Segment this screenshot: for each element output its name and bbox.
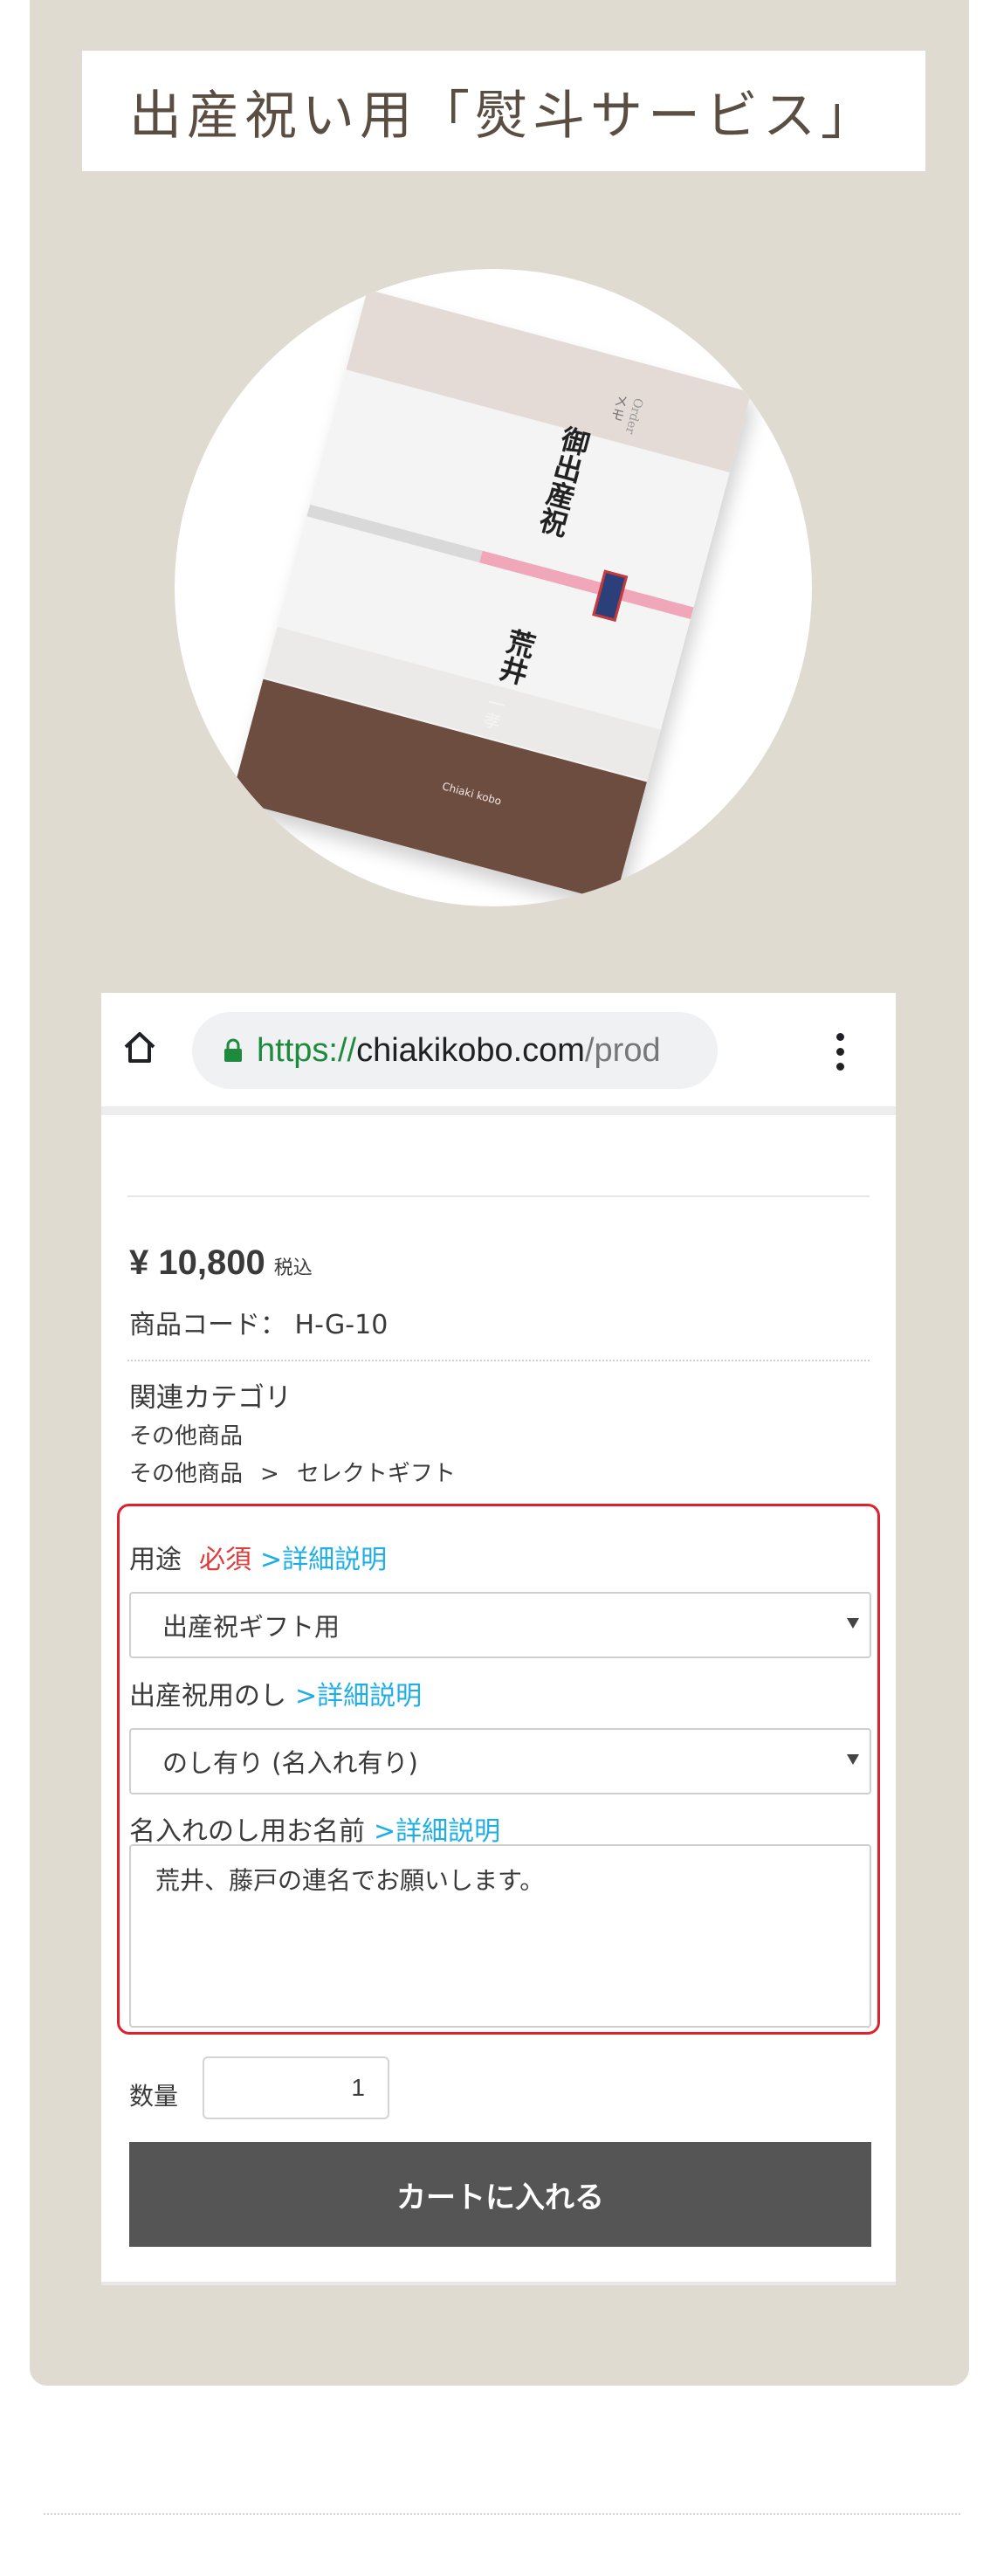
use-detail-link[interactable]: >詳細説明	[260, 1545, 387, 1575]
noshi-label-text: 出産祝用のし	[129, 1681, 286, 1712]
browser-bottom-divider	[101, 2282, 896, 2285]
chevron-down-icon	[847, 1754, 859, 1765]
quantity-label: 数量	[129, 2082, 179, 2111]
chevron-down-icon	[847, 1618, 859, 1629]
footer-divider	[44, 2513, 960, 2515]
category-breadcrumb: その他商品 > セレクトギフト	[129, 1456, 456, 1488]
use-field-label: 用途 必須 >詳細説明	[129, 1538, 387, 1576]
url-scheme: https://	[257, 1031, 357, 1069]
name-field-label: 名入れのし用お名前 >詳細説明	[129, 1809, 500, 1848]
category-parent-link[interactable]: その他商品	[129, 1461, 243, 1487]
card-main-text: 御出産祝	[532, 423, 594, 540]
mizuhiki-cord	[306, 504, 694, 620]
product-code: 商品コード： H-G-10	[129, 1303, 388, 1341]
use-select-value: 出産祝ギフト用	[162, 1612, 340, 1642]
name-detail-link[interactable]: >詳細説明	[374, 1816, 500, 1847]
url-field[interactable]: https://chiakikobo.com/prod	[192, 1012, 718, 1089]
card-top-band	[346, 289, 752, 472]
more-vert-icon[interactable]	[835, 1033, 845, 1071]
name-textarea[interactable]: 荒井、藤戸の連名でお願いします。	[129, 1844, 871, 2028]
browser-mockup: https://chiakikobo.com/prod ¥ 10,800 税込 商…	[101, 993, 896, 2285]
category-title: 関連カテゴリ	[129, 1382, 292, 1414]
category-link-other[interactable]: その他商品	[129, 1418, 243, 1450]
noshi-field-label: 出産祝用のし >詳細説明	[129, 1674, 422, 1712]
url-host: chiakikobo.com	[356, 1031, 585, 1069]
url-path: /prod	[584, 1031, 661, 1069]
noshi-detail-link[interactable]: >詳細説明	[295, 1681, 422, 1712]
divider-top	[127, 1195, 870, 1197]
noshi-card: メモ Order 御出産祝 荒井 一孝 Chiaki kobo	[230, 289, 752, 903]
tax-label: 税込	[273, 1257, 313, 1278]
name-label-text: 名入れのし用お名前	[129, 1816, 365, 1847]
noshi-select[interactable]: のし有り (名入れ有り)	[129, 1728, 871, 1794]
noshi-card-image: メモ Order 御出産祝 荒井 一孝 Chiaki kobo	[230, 289, 752, 903]
card-name-text: 荒井	[492, 624, 540, 688]
banner-title: 出産祝い用「熨斗サービス」	[129, 85, 878, 147]
use-select[interactable]: 出産祝ギフト用	[129, 1592, 871, 1658]
address-bar-divider	[101, 1106, 896, 1115]
price-value: ¥ 10,800	[129, 1243, 265, 1282]
lock-icon	[224, 1038, 242, 1062]
breadcrumb-separator: >	[260, 1461, 279, 1487]
product-image-circle: メモ Order 御出産祝 荒井 一孝 Chiaki kobo	[175, 269, 812, 906]
noshi-select-value: のし有り (名入れ有り)	[162, 1748, 418, 1778]
banner-title-box: 出産祝い用「熨斗サービス」	[82, 51, 925, 171]
divider-dotted	[127, 1360, 870, 1361]
code-value: H-G-10	[294, 1310, 389, 1340]
category-child-link[interactable]: セレクトギフト	[297, 1461, 456, 1487]
required-badge: 必須	[199, 1545, 251, 1575]
home-icon[interactable]	[122, 1030, 157, 1064]
product-price: ¥ 10,800 税込	[129, 1243, 313, 1283]
use-label-text: 用途	[129, 1545, 182, 1575]
address-bar: https://chiakikobo.com/prod	[101, 993, 896, 1115]
add-to-cart-button[interactable]: カートに入れる	[129, 2142, 871, 2247]
noshi-ornament	[592, 569, 629, 622]
quantity-input[interactable]: 1	[203, 2056, 389, 2119]
code-label: 商品コード：	[129, 1310, 286, 1340]
